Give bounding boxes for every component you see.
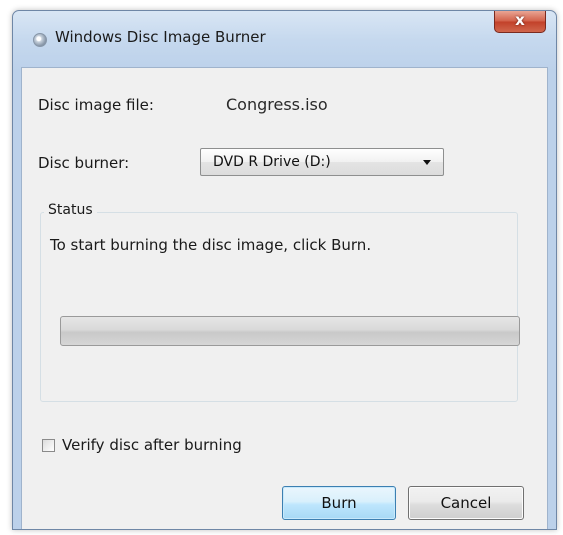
disc-icon — [33, 33, 47, 47]
verify-checkbox-label[interactable]: Verify disc after burning — [62, 436, 242, 454]
cancel-button[interactable]: Cancel — [408, 486, 524, 520]
disc-burner-select[interactable]: DVD R Drive (D:) — [200, 148, 444, 176]
burn-button[interactable]: Burn — [282, 486, 396, 520]
disc-image-file-label: Disc image file: — [38, 96, 154, 114]
dialog-body: Disc image file: Congress.iso Disc burne… — [21, 67, 548, 529]
disc-image-file-value: Congress.iso — [226, 95, 328, 114]
disc-burner-label: Disc burner: — [38, 154, 130, 172]
title-bar[interactable]: Windows Disc Image Burner x — [13, 11, 556, 67]
chevron-down-icon — [423, 160, 431, 165]
disc-burner-selected-value: DVD R Drive (D:) — [213, 154, 331, 170]
status-group-title: Status — [44, 202, 97, 218]
verify-checkbox[interactable] — [42, 439, 55, 452]
window-title: Windows Disc Image Burner — [55, 28, 266, 46]
close-icon: x — [515, 11, 525, 29]
burn-progress-bar — [60, 316, 520, 346]
status-message: To start burning the disc image, click B… — [50, 236, 372, 254]
disc-image-burner-window: Windows Disc Image Burner x Disc image f… — [12, 10, 557, 530]
close-button[interactable]: x — [494, 11, 546, 33]
